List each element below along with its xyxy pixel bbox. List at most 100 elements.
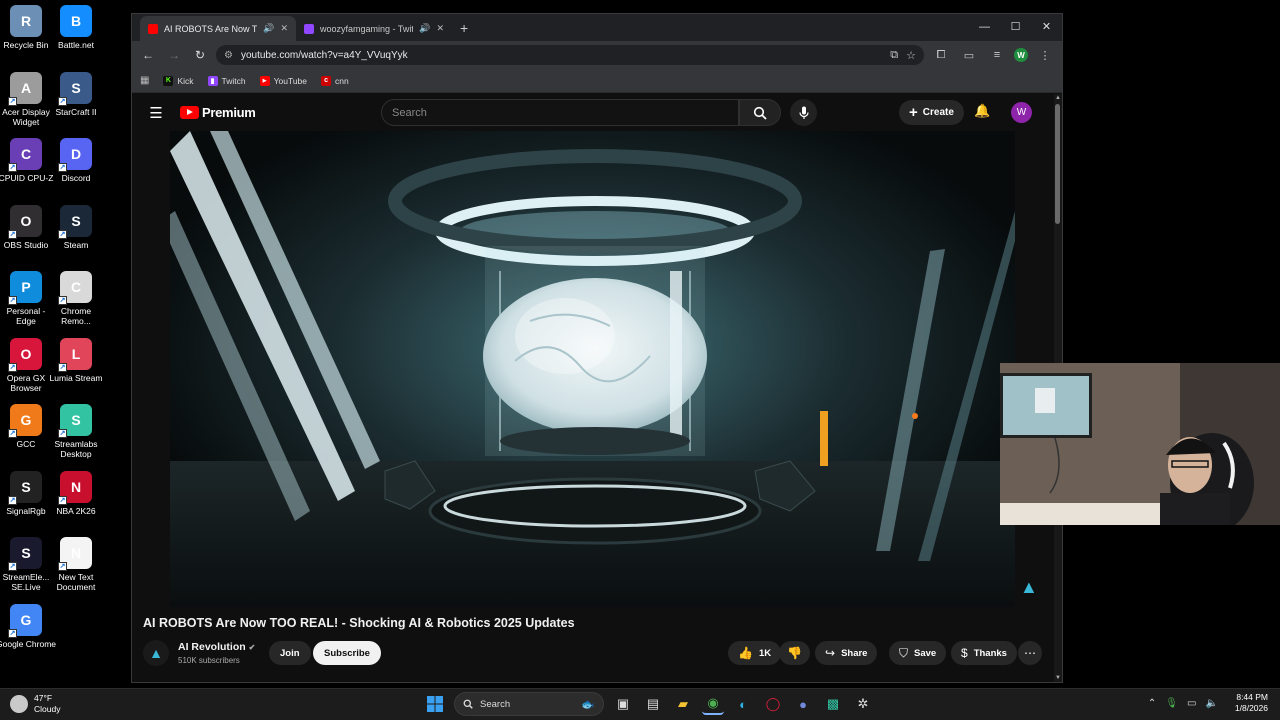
opera-gx-taskbar-icon[interactable]: ◯ xyxy=(762,693,784,715)
desktop-icon[interactable]: A ↗ Acer Display Widget xyxy=(0,71,52,127)
desktop-icon[interactable]: O ↗ Opera GX Browser xyxy=(0,337,52,393)
system-tray: ⌃ 🎙 ▭ 🔈 8:44 PM 1/8/2026 xyxy=(1148,692,1268,714)
minimize-icon[interactable]: — xyxy=(969,14,1000,41)
edge-taskbar-icon[interactable]: ◐ xyxy=(732,693,754,715)
desktop-icon[interactable]: S ↗ StreamEle... SE.Live xyxy=(0,537,52,592)
desktop-icon[interactable]: S ↗ StarCraft II xyxy=(50,71,102,117)
profile-avatar[interactable]: W xyxy=(1014,48,1028,62)
search-button[interactable] xyxy=(739,99,781,126)
share-button[interactable]: ↪ Share xyxy=(815,641,878,665)
like-button[interactable]: 👍 1K xyxy=(728,641,782,665)
search-highlight-icon: 🐟 xyxy=(581,698,595,711)
desktop-icon[interactable]: C ↗ Chrome Remo... xyxy=(50,271,102,326)
desktop-icon[interactable]: P ↗ Personal - Edge xyxy=(0,271,52,326)
bookmark-kick[interactable]: K Kick xyxy=(163,75,194,86)
hamburger-menu-icon[interactable]: ☰ xyxy=(142,104,170,122)
desktop-icon[interactable]: G ↗ GCC xyxy=(0,404,52,449)
discord-taskbar-icon[interactable]: ● xyxy=(792,693,814,715)
forward-icon[interactable]: → xyxy=(164,48,184,62)
scroll-up-icon[interactable]: ▲ xyxy=(1054,95,1062,101)
desktop-icon[interactable]: N ↗ NBA 2K26 xyxy=(50,470,102,516)
widgets-icon[interactable]: ▤ xyxy=(642,693,664,715)
desktop-icon[interactable]: C ↗ CPUID CPU-Z xyxy=(0,138,53,183)
streamlabs-taskbar-icon[interactable]: ▩ xyxy=(822,693,844,715)
thanks-button[interactable]: $ Thanks xyxy=(951,641,1017,665)
desktop-icon[interactable]: L ↗ Lumia Stream xyxy=(50,337,102,383)
desktop-icon[interactable]: S ↗ Steam xyxy=(50,204,102,250)
chrome-taskbar-icon[interactable]: ◉ xyxy=(702,693,724,715)
menu-kebab-icon[interactable]: ⋮ xyxy=(1034,49,1056,62)
apps-grid-icon[interactable]: ▦ xyxy=(140,75,149,86)
desktop-icon[interactable]: B Battle.net xyxy=(50,5,102,50)
bookmark-youtube[interactable]: ▶ YouTube xyxy=(259,75,307,86)
address-bar[interactable]: ⚙ youtube.com/watch?v=a4Y_VVuqYyk ⧉ ☆ xyxy=(216,45,924,65)
install-app-icon[interactable]: ⧉ xyxy=(890,49,898,62)
desktop-icon[interactable]: S ↗ SignalRgb xyxy=(0,470,52,516)
lumia-taskbar-icon[interactable]: ✲ xyxy=(852,693,874,715)
desktop-icon[interactable]: G ↗ Google Chrome xyxy=(0,603,56,649)
close-tab-icon[interactable]: ✕ xyxy=(436,23,444,34)
microphone-tray-icon[interactable]: 🎙 xyxy=(1165,698,1178,709)
join-button[interactable]: Join xyxy=(269,641,311,665)
back-icon[interactable]: ← xyxy=(138,48,158,62)
file-explorer-icon[interactable]: ▰ xyxy=(672,693,694,715)
scrollbar-thumb[interactable] xyxy=(1055,104,1060,224)
tab-youtube[interactable]: AI ROBOTS Are Now TOO R 🔊 ✕ xyxy=(140,16,296,41)
new-tab-button[interactable]: + xyxy=(460,20,468,36)
system-clock[interactable]: 8:44 PM 1/8/2026 xyxy=(1235,692,1268,714)
bookmark-cnn[interactable]: c cnn xyxy=(321,75,349,86)
more-actions-button[interactable]: ⋯ xyxy=(1018,641,1042,665)
task-view-icon[interactable]: ▣ xyxy=(612,693,634,715)
scroll-down-icon[interactable]: ▼ xyxy=(1054,675,1062,681)
side-panel-icon[interactable]: ▭ xyxy=(958,49,980,62)
bookmark-twitch[interactable]: ▮ Twitch xyxy=(207,75,246,86)
shortcut-arrow-icon: ↗ xyxy=(8,562,17,571)
thumbs-up-icon: 👍 xyxy=(738,646,753,660)
subscribe-button[interactable]: Subscribe xyxy=(313,641,381,665)
tab-twitch[interactable]: woozyfamgaming - Twitch 🔊 ✕ xyxy=(296,16,452,41)
extensions-icon[interactable]: ⧠ xyxy=(930,49,952,62)
volume-icon[interactable]: 🔈 xyxy=(1205,698,1217,709)
youtube-premium-logo[interactable]: Premium xyxy=(180,105,256,120)
clock-time: 8:44 PM xyxy=(1236,692,1268,702)
shortcut-arrow-icon: ↗ xyxy=(8,429,17,438)
account-avatar[interactable]: W xyxy=(1011,102,1032,123)
desktop-icon[interactable]: D ↗ Discord xyxy=(50,138,102,183)
channel-watermark-icon[interactable]: ▲ xyxy=(1020,577,1038,598)
gcc-icon: G ↗ xyxy=(8,404,42,438)
windows-start-icon[interactable] xyxy=(424,693,446,715)
network-icon[interactable]: ▭ xyxy=(1187,698,1196,709)
channel-name-link[interactable]: AI Revolution ✔ xyxy=(178,641,255,653)
temperature: 47°F xyxy=(34,693,53,703)
desktop-icon[interactable]: O ↗ OBS Studio xyxy=(0,204,52,250)
create-button[interactable]: + Create xyxy=(899,100,964,125)
search-input[interactable]: Search xyxy=(381,99,739,126)
super-thanks-icon: $ xyxy=(961,646,968,660)
ai-revolution-logo-icon: ▲ xyxy=(149,645,163,661)
site-info-icon[interactable]: ⚙ xyxy=(224,50,233,61)
dislike-button[interactable]: 👎 xyxy=(779,641,810,665)
reload-icon[interactable]: ↻ xyxy=(190,48,210,62)
desktop-icon[interactable]: S ↗ Streamlabs Desktop xyxy=(50,404,102,459)
save-button[interactable]: ⛉ Save xyxy=(889,641,947,665)
desktop-icon[interactable]: N ↗ New Text Document xyxy=(50,537,102,592)
speaker-icon[interactable]: 🔊 xyxy=(263,23,274,34)
taskbar-search[interactable]: Search 🐟 xyxy=(454,692,604,716)
voice-search-button[interactable] xyxy=(790,99,817,126)
desktop-icon[interactable]: R Recycle Bin xyxy=(0,5,52,50)
channel-avatar[interactable]: ▲ xyxy=(143,640,169,666)
desktop-icon-label: Lumia Stream xyxy=(49,372,103,383)
close-window-icon[interactable]: ✕ xyxy=(1031,14,1062,41)
maximize-icon[interactable]: ☐ xyxy=(1000,14,1031,41)
notifications-bell-icon[interactable]: 🔔 xyxy=(974,103,990,119)
weather-widget[interactable]: 47°F Cloudy xyxy=(10,693,60,715)
taskbar: 47°F Cloudy Search 🐟 ▣ ▤ ▰ ◉ ◐ ◯ ● ▩ ✲ ⌃… xyxy=(0,688,1280,720)
media-controls-icon[interactable]: ≡ xyxy=(986,49,1008,61)
lumia-icon: L ↗ xyxy=(58,337,92,372)
show-hidden-icons-icon[interactable]: ⌃ xyxy=(1148,698,1156,709)
speaker-icon[interactable]: 🔊 xyxy=(419,23,430,34)
close-tab-icon[interactable]: ✕ xyxy=(280,23,288,34)
video-player[interactable] xyxy=(170,131,1015,607)
bookmark-star-icon[interactable]: ☆ xyxy=(906,49,916,62)
shortcut-arrow-icon: ↗ xyxy=(58,495,67,505)
